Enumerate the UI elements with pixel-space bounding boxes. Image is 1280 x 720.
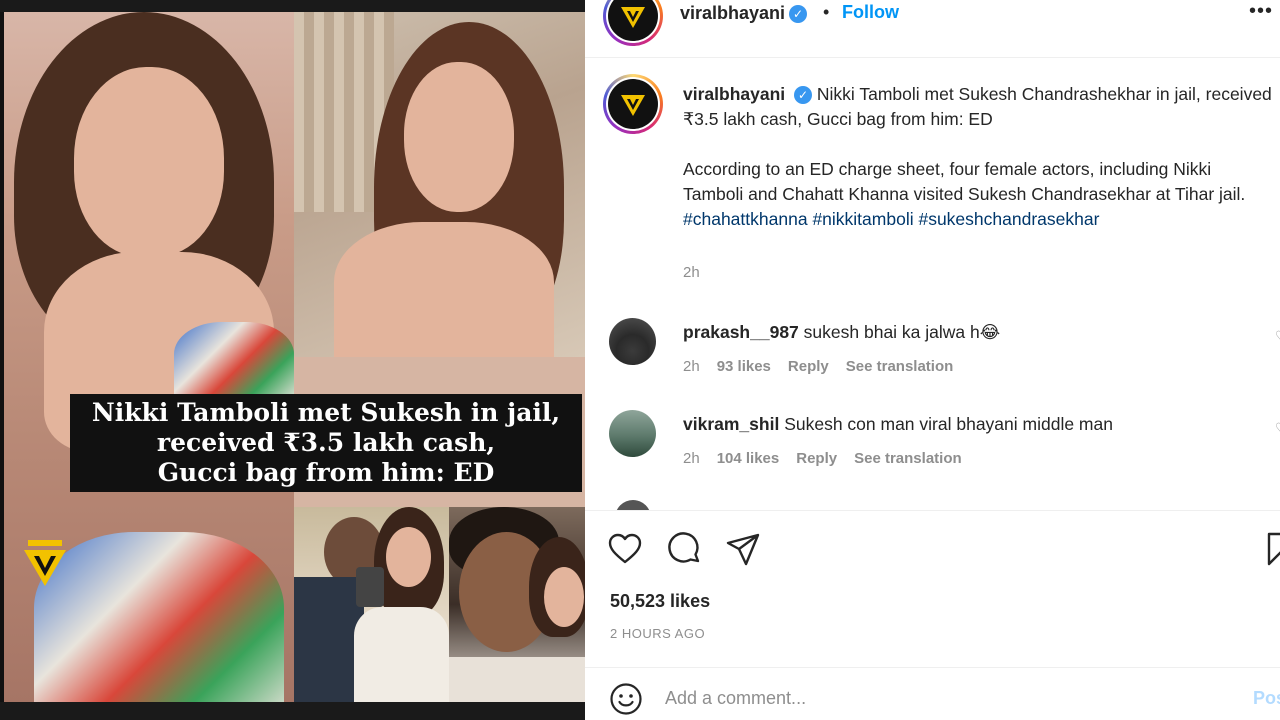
post-actions: 50,523 likes 2 HOURS AGO Post (585, 510, 1280, 720)
reply-button[interactable]: Reply (788, 358, 829, 375)
caption-body: According to an ED charge sheet, four fe… (683, 159, 1246, 204)
comments-section[interactable]: viralbhayani ✓ Nikki Tamboli met Sukesh … (585, 58, 1280, 510)
headline-line-2: received ₹3.5 lakh cash, (156, 428, 496, 457)
author-username[interactable]: viralbhayani ✓ (680, 3, 808, 24)
watermark-logo (24, 540, 66, 586)
post-caption: viralbhayani ✓ Nikki Tamboli met Sukesh … (683, 82, 1273, 232)
caption-username[interactable]: viralbhayani (683, 84, 785, 104)
comment-text: Sukesh con man viral bhayani middle man (784, 414, 1113, 434)
see-translation-button[interactable]: See translation (854, 450, 962, 467)
comment-likes[interactable]: 93 likes (717, 358, 771, 375)
comment-likes[interactable]: 104 likes (717, 450, 780, 467)
verified-icon: ✓ (789, 5, 808, 24)
comment-icon[interactable] (667, 531, 703, 567)
comment-like-icon[interactable]: ♡ (1275, 420, 1280, 437)
headline-overlay: Nikki Tamboli met Sukesh in jail, receiv… (70, 394, 582, 492)
caption-time: 2h (683, 264, 700, 281)
commenter-username[interactable]: prakash__987 (683, 322, 799, 342)
commenter-username[interactable]: vikram_shil (683, 414, 779, 434)
comment-time: 2h (683, 358, 700, 375)
photo-couple-selfie (294, 507, 449, 702)
post-sidebar: viralbhayani ✓ • Follow ••• viralbhayani … (585, 0, 1280, 720)
post-header: viralbhayani ✓ • Follow ••• (585, 0, 1280, 58)
headline-line-1: Nikki Tamboli met Sukesh in jail, (91, 398, 561, 427)
verified-icon: ✓ (794, 86, 813, 105)
comment-input[interactable] (665, 678, 1225, 718)
hashtag-link[interactable]: #nikkitamboli (812, 209, 913, 229)
commenter-avatar[interactable] (609, 410, 656, 457)
photo-woman-bedroom (294, 12, 585, 357)
caption-avatar[interactable] (603, 74, 663, 134)
post-comment-button[interactable]: Post (1253, 688, 1280, 709)
comment-item: vikram_shil Sukesh con man viral bhayani… (585, 410, 1280, 490)
comment-text-row: vikram_shil Sukesh con man viral bhayani… (683, 414, 1113, 435)
heart-icon[interactable] (607, 531, 643, 567)
comment-meta: 2h 104 likes Reply See translation (683, 450, 979, 467)
viral-logo-icon (621, 7, 645, 28)
comment-item: prakash__987 sukesh bhai ka jalwa h😂 2h 9… (585, 318, 1280, 398)
share-icon[interactable] (725, 531, 761, 567)
comment-text: sukesh bhai ka jalwa h😂 (803, 322, 1001, 342)
emoji-icon[interactable] (609, 682, 643, 716)
author-avatar[interactable] (603, 0, 663, 46)
more-options-icon[interactable]: ••• (1249, 0, 1273, 23)
headline-line-3: Gucci bag from him: ED (157, 458, 495, 487)
likes-count[interactable]: 50,523 likes (610, 591, 710, 612)
follow-button[interactable]: Follow (842, 2, 899, 23)
viral-logo-icon (621, 95, 645, 116)
comment-text-row: prakash__987 sukesh bhai ka jalwa h😂 (683, 322, 1000, 343)
author-username-text[interactable]: viralbhayani (680, 3, 785, 23)
add-comment-bar: Post (585, 667, 1280, 720)
hashtag-link[interactable]: #sukeshchandrasekhar (918, 209, 1099, 229)
media-bottom-border (0, 702, 585, 720)
media-top-border (0, 0, 585, 12)
separator-dot: • (823, 2, 830, 22)
post-timestamp: 2 HOURS AGO (610, 626, 706, 641)
hashtag-link[interactable]: #chahattkhanna (683, 209, 808, 229)
comment-meta: 2h 93 likes Reply See translation (683, 358, 970, 375)
comment-like-icon[interactable]: ♡ (1275, 328, 1280, 345)
commenter-avatar[interactable] (609, 318, 656, 365)
photo-couple-closeup (449, 507, 585, 702)
comment-time: 2h (683, 450, 700, 467)
see-translation-button[interactable]: See translation (846, 358, 954, 375)
reply-button[interactable]: Reply (796, 450, 837, 467)
photo-main-woman (4, 12, 294, 702)
post-image[interactable]: Nikki Tamboli met Sukesh in jail, receiv… (0, 0, 585, 720)
commenter-avatar-partial (615, 500, 651, 510)
bookmark-icon[interactable] (1263, 531, 1280, 567)
